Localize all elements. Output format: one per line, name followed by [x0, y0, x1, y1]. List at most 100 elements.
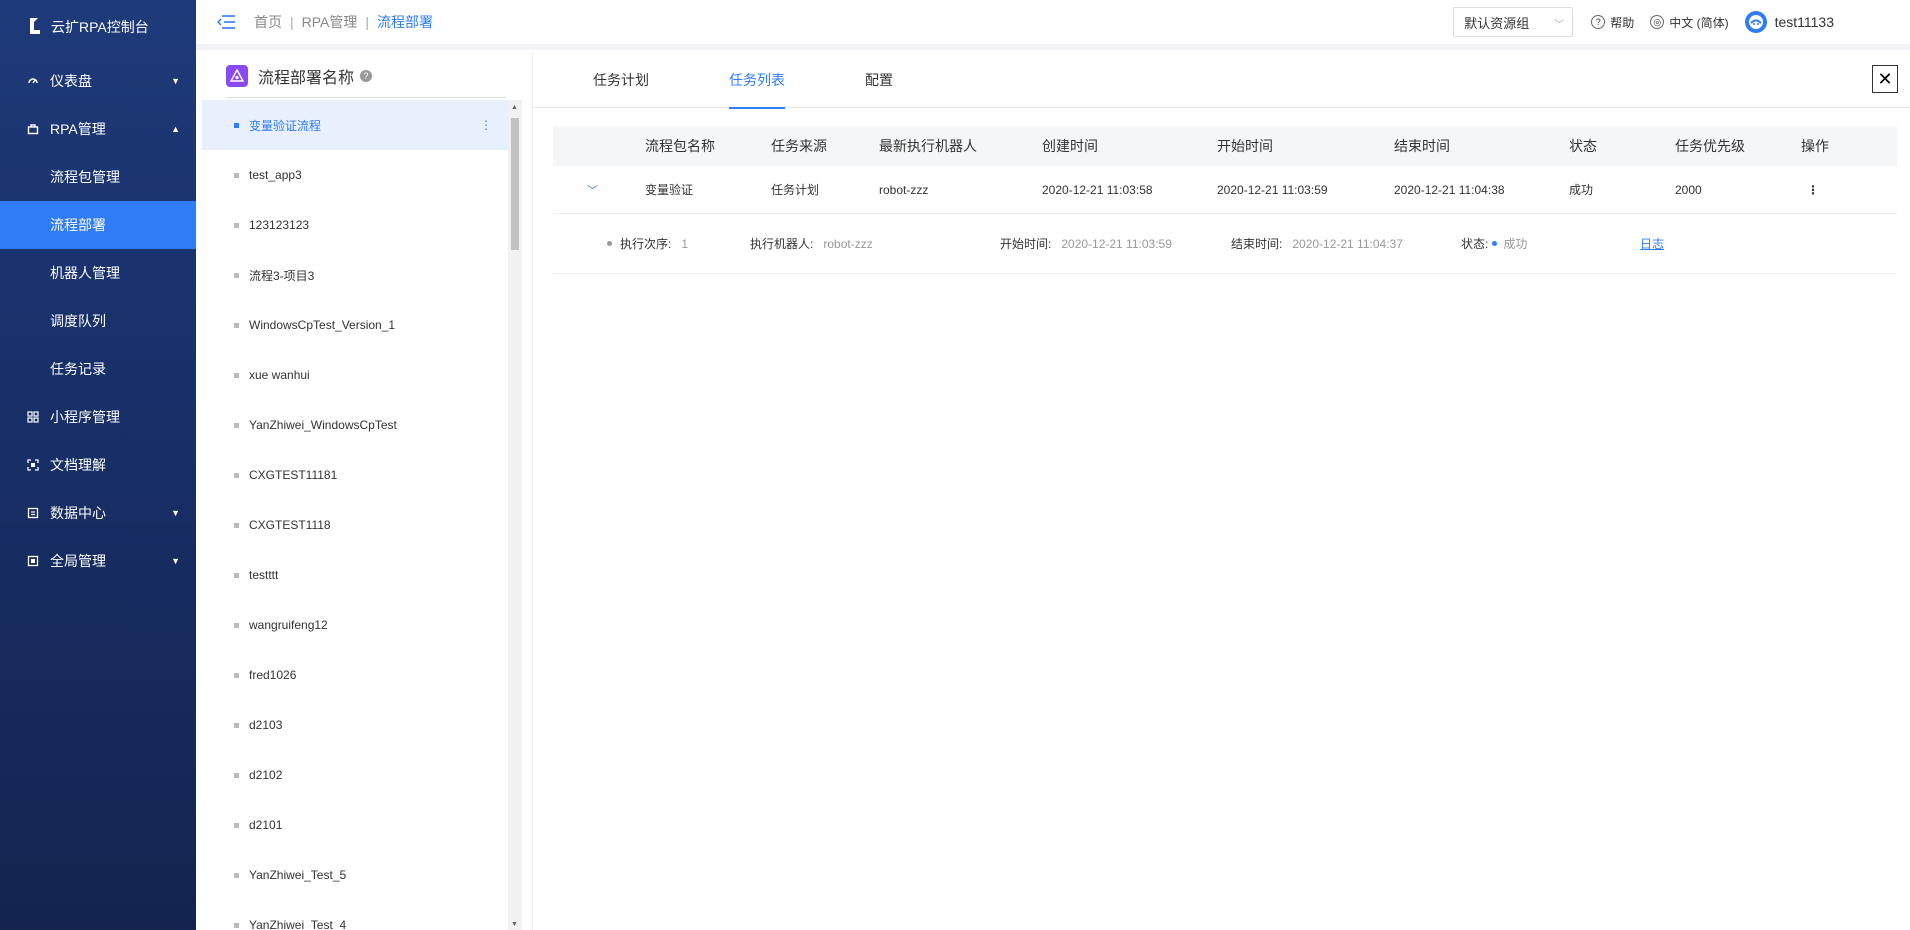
list-item[interactable]: 123123123 — [202, 200, 508, 250]
list-item[interactable]: 流程3-项目3 — [202, 250, 508, 300]
list-item-label: CXGTEST11181 — [249, 468, 338, 482]
list-item[interactable]: d2101 — [202, 800, 508, 850]
scroll-up-icon[interactable]: ▲ — [511, 104, 518, 111]
list-item[interactable]: d2103 — [202, 700, 508, 750]
tab-config[interactable]: 配置 — [865, 52, 893, 108]
divider — [226, 97, 506, 98]
tab-task-list[interactable]: 任务列表 — [729, 52, 785, 109]
menu-toggle-icon[interactable] — [216, 14, 236, 30]
list-item[interactable]: testttt — [202, 550, 508, 600]
status-dot-icon — [1492, 241, 1498, 246]
bullet-icon — [234, 522, 239, 528]
grid-icon — [26, 410, 40, 424]
sidebar-item-schedule-queue[interactable]: 调度队列 — [0, 297, 196, 345]
bullet-icon — [234, 422, 239, 428]
more-actions-icon[interactable]: ⋮ — [1807, 166, 1819, 213]
expand-chevron-icon[interactable]: ﹀ — [587, 166, 598, 213]
sidebar-item-label: 文档理解 — [50, 457, 106, 473]
caret-down-icon: ▼ — [171, 556, 180, 566]
more-options-icon[interactable]: ⋮ — [480, 118, 492, 132]
sidebar-item-label: 小程序管理 — [50, 409, 120, 425]
sidebar-item-label: 调度队列 — [50, 313, 106, 329]
table-row: ﹀ 变量验证 任务计划 robot-zzz 2020-12-21 11:03:5… — [553, 166, 1897, 214]
main-panel: 任务计划 任务列表 配置 ✕ 流程包名称 任务来源 最新执行机器人 创建时间 开… — [532, 52, 1910, 930]
cell-robot: robot-zzz — [879, 182, 929, 197]
breadcrumb-rpa[interactable]: RPA管理 — [302, 12, 358, 32]
dashboard-icon — [26, 74, 40, 88]
caret-down-icon: ▼ — [171, 76, 180, 86]
sidebar-item-global-management[interactable]: 全局管理 ▼ — [0, 537, 196, 585]
close-icon: ✕ — [1877, 68, 1893, 89]
bullet-icon — [607, 241, 612, 246]
tab-task-plan[interactable]: 任务计划 — [593, 52, 649, 108]
list-item[interactable]: d2102 — [202, 750, 508, 800]
bullet-icon — [234, 772, 239, 778]
column-header: 状态 — [1569, 138, 1597, 154]
list-item[interactable]: WindowsCpTest_Version_1 — [202, 300, 508, 350]
list-item[interactable]: YanZhiwei_Test_4 — [202, 900, 508, 930]
column-header: 操作 — [1801, 138, 1829, 154]
sidebar-item-package-management[interactable]: 流程包管理 — [0, 153, 196, 201]
breadcrumb-home[interactable]: 首页 — [254, 12, 282, 32]
list-item-label: YanZhiwei_Test_4 — [249, 918, 347, 930]
sidebar-item-label: 流程部署 — [50, 217, 106, 233]
column-header: 开始时间 — [1217, 138, 1273, 154]
resource-group-select[interactable]: 默认资源组 ﹀ — [1453, 7, 1574, 37]
help-icon: ? — [1591, 15, 1606, 29]
breadcrumb-separator: | — [365, 14, 370, 30]
help-link[interactable]: ? 帮助 — [1591, 14, 1634, 31]
app-logo[interactable]: 云扩RPA控制台 — [0, 0, 196, 54]
list-item[interactable]: xue wanhui — [202, 350, 508, 400]
breadcrumb-separator: | — [290, 14, 294, 30]
scrollbar[interactable]: ▲ ▼ — [508, 100, 522, 930]
help-label: 帮助 — [1610, 15, 1635, 30]
list-item-label: fred1026 — [249, 668, 297, 682]
list-item[interactable]: test_app3 — [202, 150, 508, 200]
sidebar-item-mini-programs[interactable]: 小程序管理 — [0, 393, 196, 441]
sidebar-item-document-understanding[interactable]: 文档理解 — [0, 441, 196, 489]
breadcrumb-current: 流程部署 — [377, 14, 434, 30]
list-item-label: WindowsCpTest_Version_1 — [249, 318, 396, 332]
list-item[interactable]: fred1026 — [202, 650, 508, 700]
cell-status: 成功 — [1569, 183, 1594, 197]
scroll-down-icon[interactable]: ▼ — [511, 921, 518, 928]
sidebar-item-process-deployment[interactable]: 流程部署 — [0, 201, 196, 249]
sidebar-item-task-records[interactable]: 任务记录 — [0, 345, 196, 393]
bullet-icon — [234, 922, 239, 928]
question-icon[interactable]: ? — [360, 70, 373, 82]
process-list-panel: 流程部署名称 ? 变量验证流程 ⋮ test_app3 123123123 流程3-项目… — [202, 52, 524, 930]
close-button[interactable]: ✕ — [1872, 65, 1898, 93]
list-item-label: xue wanhui — [249, 368, 310, 382]
list-item[interactable]: CXGTEST1118 — [202, 500, 508, 550]
column-header: 流程包名称 — [645, 138, 715, 154]
sidebar-item-label: 任务记录 — [50, 361, 106, 377]
language-switch[interactable]: ◎ 中文 (简体) — [1650, 14, 1729, 31]
data-icon — [26, 506, 40, 520]
list-item[interactable]: 变量验证流程 ⋮ — [202, 100, 508, 150]
sidebar-item-dashboard[interactable]: 仪表盘 ▼ — [0, 57, 196, 105]
list-item[interactable]: wangruifeng12 — [202, 600, 508, 650]
sidebar-item-robot-management[interactable]: 机器人管理 — [0, 249, 196, 297]
caret-down-icon: ▼ — [171, 508, 180, 518]
sidebar-item-rpa[interactable]: RPA管理 ▲ — [0, 105, 196, 153]
detail-order: 执行次序: 1 — [607, 214, 688, 273]
column-header: 任务来源 — [771, 138, 827, 154]
list-item[interactable]: CXGTEST11181 — [202, 450, 508, 500]
bullet-icon — [234, 272, 239, 278]
sidebar-item-label: 仪表盘 — [50, 73, 92, 89]
cell-created: 2020-12-21 11:03:58 — [1042, 182, 1153, 197]
task-table: 流程包名称 任务来源 最新执行机器人 创建时间 开始时间 结束时间 状态 任务优… — [553, 126, 1897, 274]
detail-log: 日志 — [1640, 214, 1664, 273]
user-menu[interactable]: test11133 — [1744, 11, 1834, 33]
sidebar-item-label: 数据中心 — [50, 505, 106, 521]
scrollbar-thumb[interactable] — [511, 118, 519, 250]
list-item[interactable]: YanZhiwei_WindowsCpTest — [202, 400, 508, 450]
column-header: 创建时间 — [1042, 138, 1098, 154]
list-item[interactable]: YanZhiwei_Test_5 — [202, 850, 508, 900]
sidebar-item-data-center[interactable]: 数据中心 ▼ — [0, 489, 196, 537]
cell-end: 2020-12-21 11:04:38 — [1394, 182, 1505, 197]
log-link[interactable]: 日志 — [1640, 235, 1664, 252]
tab-bar: 任务计划 任务列表 配置 ✕ — [533, 52, 1910, 109]
caret-up-icon: ▲ — [171, 124, 180, 134]
sidebar-item-label: RPA管理 — [50, 121, 106, 137]
